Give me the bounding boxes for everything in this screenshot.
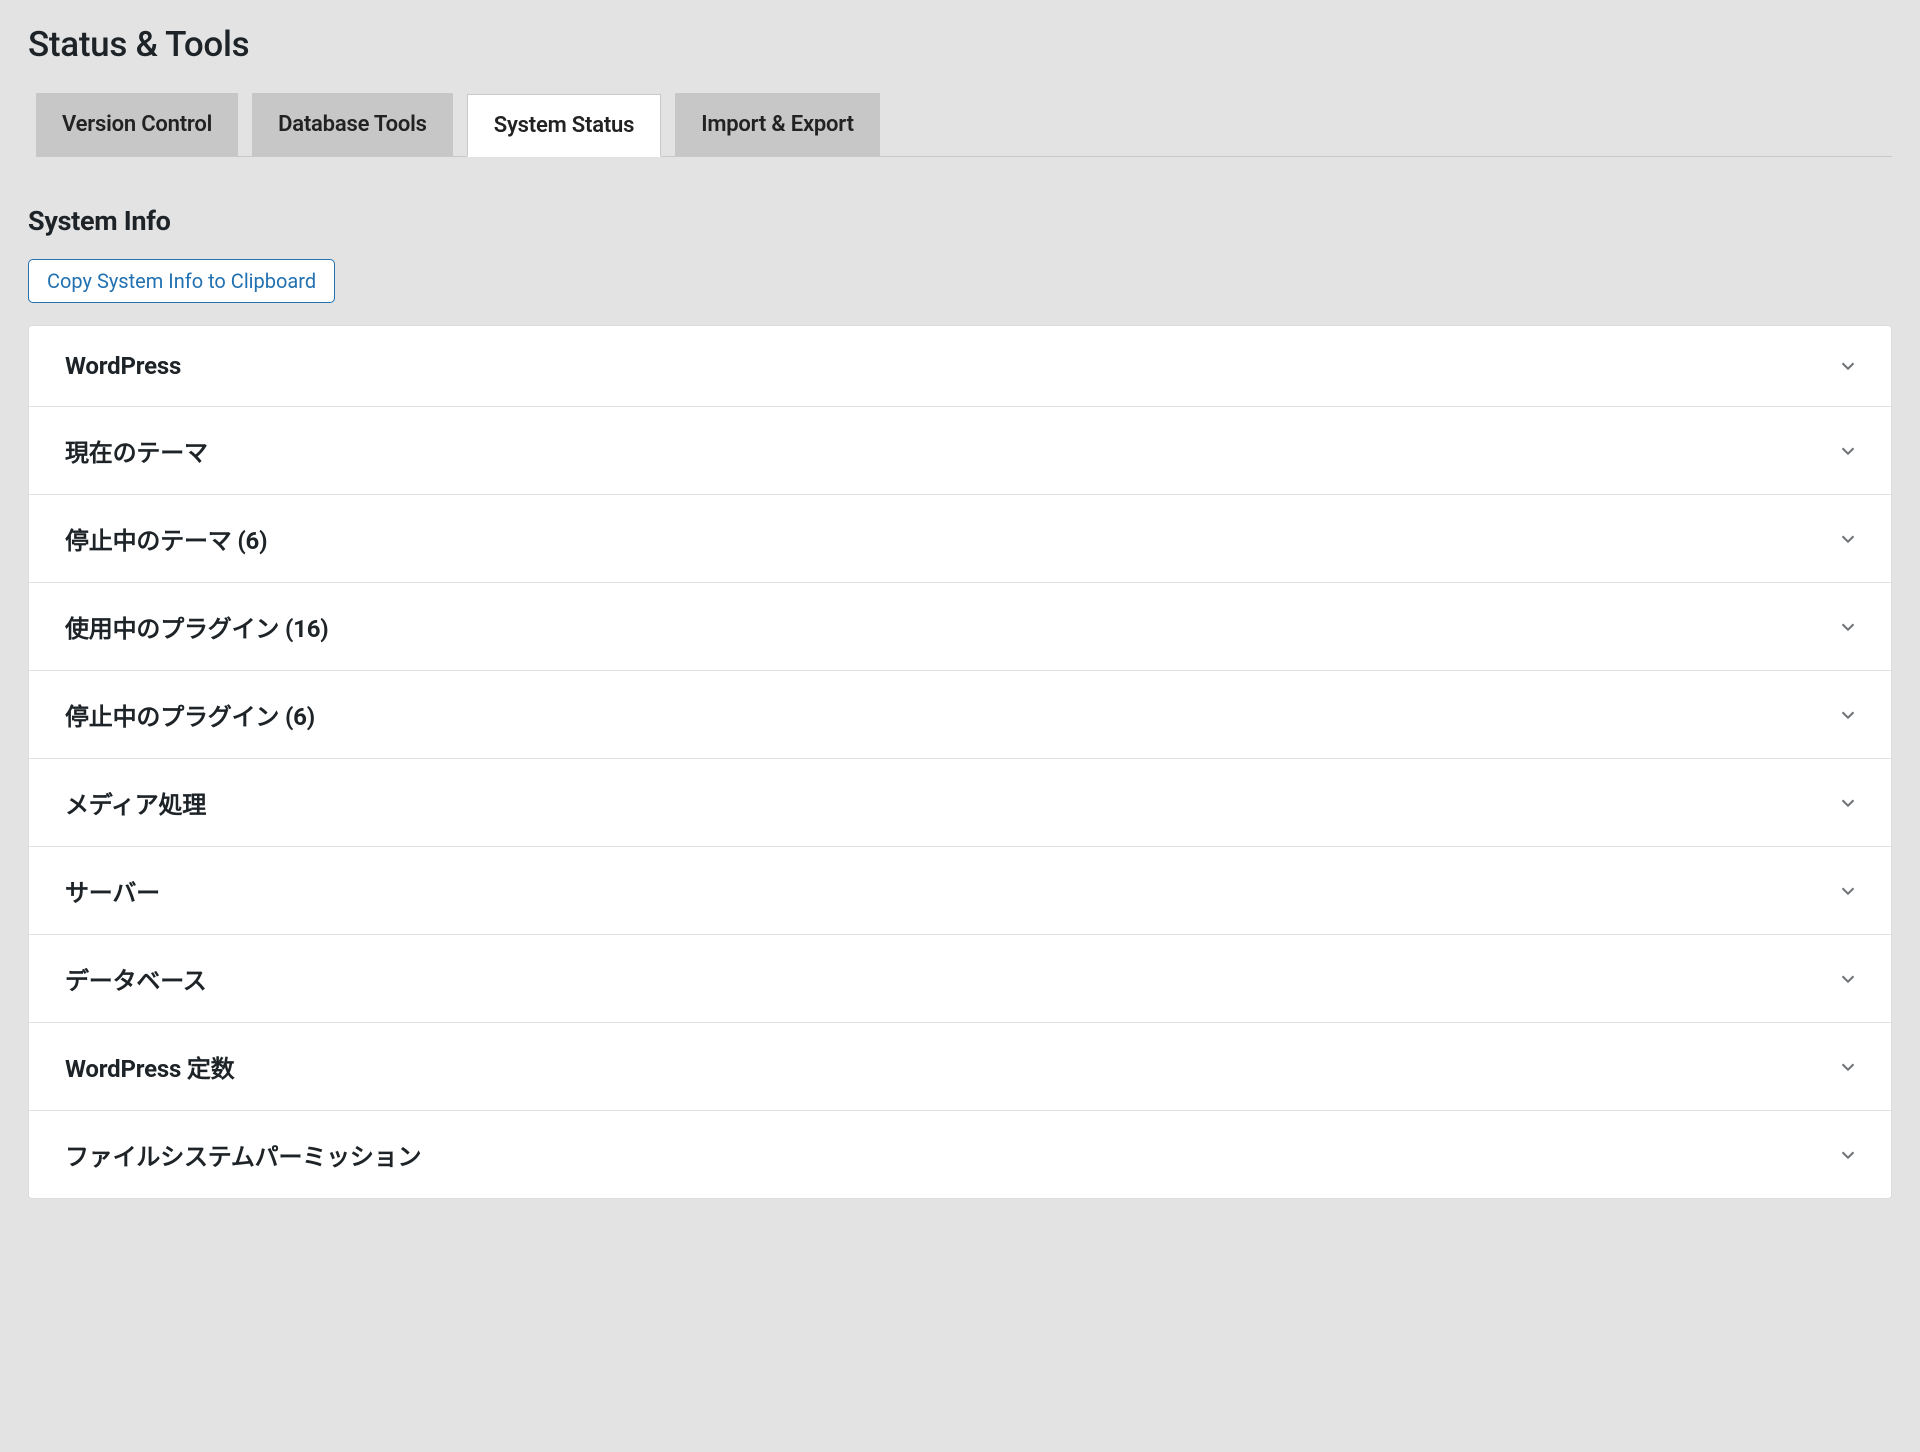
tab-bar: Version Control Database Tools System St… [36,93,1892,157]
section-title: System Info [28,205,1892,237]
accordion-label: 停止中のプラグイン (6) [65,697,315,732]
chevron-down-icon [1835,790,1861,816]
chevron-down-icon [1835,1142,1861,1168]
accordion-item-inactive-plugins[interactable]: 停止中のプラグイン (6) [29,671,1891,759]
tab-import-export[interactable]: Import & Export [675,93,880,156]
accordion-item-media-handling[interactable]: メディア処理 [29,759,1891,847]
accordion-label: 停止中のテーマ (6) [65,521,267,556]
accordion-item-wordpress[interactable]: WordPress [29,326,1891,407]
accordion-item-inactive-themes[interactable]: 停止中のテーマ (6) [29,495,1891,583]
accordion-label: メディア処理 [65,785,206,820]
accordion-label: WordPress [65,352,181,380]
page-title: Status & Tools [28,0,1892,93]
accordion-item-server[interactable]: サーバー [29,847,1891,935]
chevron-down-icon [1835,526,1861,552]
copy-system-info-button[interactable]: Copy System Info to Clipboard [28,259,335,303]
accordion-label: 現在のテーマ [65,433,208,468]
tab-version-control[interactable]: Version Control [36,93,238,156]
accordion-item-database[interactable]: データベース [29,935,1891,1023]
accordion-item-wordpress-constants[interactable]: WordPress 定数 [29,1023,1891,1111]
accordion-item-active-plugins[interactable]: 使用中のプラグイン (16) [29,583,1891,671]
accordion-item-current-theme[interactable]: 現在のテーマ [29,407,1891,495]
chevron-down-icon [1835,878,1861,904]
chevron-down-icon [1835,438,1861,464]
chevron-down-icon [1835,702,1861,728]
accordion-label: サーバー [65,873,160,908]
chevron-down-icon [1835,966,1861,992]
accordion-item-filesystem-permissions[interactable]: ファイルシステムパーミッション [29,1111,1891,1198]
system-info-accordion: WordPress 現在のテーマ 停止中のテーマ (6) 使用中のプラグイン (… [28,325,1892,1199]
tab-system-status[interactable]: System Status [467,94,662,157]
chevron-down-icon [1835,614,1861,640]
tab-database-tools[interactable]: Database Tools [252,93,453,156]
accordion-label: ファイルシステムパーミッション [65,1137,421,1172]
accordion-label: 使用中のプラグイン (16) [65,609,329,644]
chevron-down-icon [1835,353,1861,379]
chevron-down-icon [1835,1054,1861,1080]
accordion-label: データベース [65,961,207,996]
accordion-label: WordPress 定数 [65,1049,234,1084]
